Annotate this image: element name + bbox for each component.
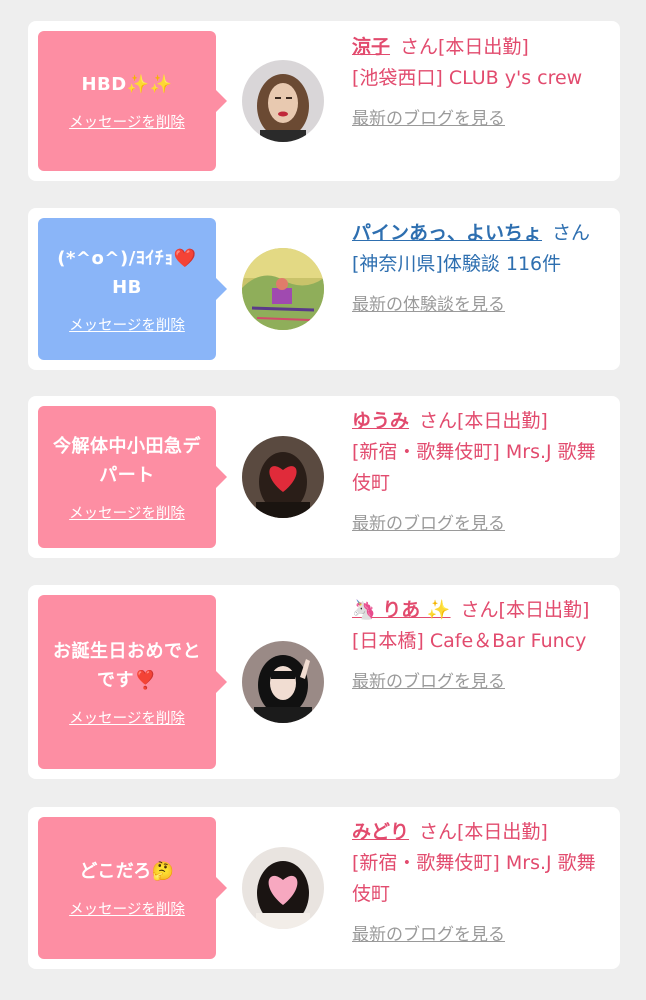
user-suffix: さん (552, 222, 591, 244)
user-info: 涼子 さん[本日出勤] [池袋西口] CLUB y's crew 最新のブログを見… (352, 32, 604, 135)
message-text: お誕生日おめでとです❣️ (53, 640, 201, 691)
user-name-link[interactable]: 🦄 りあ ✨ (352, 599, 451, 621)
message-bubble: (*^o^)/ﾖｲﾁｮ❤️ HB メッセージを削除 (38, 218, 227, 360)
message-text: 今解体中小田急デパート (53, 435, 201, 486)
user-name-link[interactable]: パインあっ、よいちょ (352, 222, 542, 244)
message-card: どこだろ🤔 メッセージを削除 みどり さん[本日出勤] [新宿・歌舞伎町] Mrs… (28, 807, 620, 969)
user-name-link[interactable]: ゆうみ (352, 410, 409, 432)
message-card: 今解体中小田急デパート メッセージを削除 ゆうみ さん[本日出勤] [新宿・歌舞伎… (28, 396, 620, 558)
user-detail: [日本橋] Cafe＆Bar Funcy (352, 630, 587, 652)
latest-link[interactable]: 最新のブログを見る (352, 667, 505, 698)
user-suffix: さん[本日出勤] (400, 36, 529, 58)
avatar[interactable] (242, 248, 324, 330)
message-card: HBD✨✨ メッセージを削除 涼子 さん[本日出勤] [池袋西口] CLUB y'… (28, 21, 620, 181)
message-bubble: お誕生日おめでとです❣️ メッセージを削除 (38, 595, 227, 769)
message-text: HBD✨✨ (81, 74, 173, 95)
delete-message-link[interactable]: メッセージを削除 (69, 314, 185, 335)
avatar[interactable] (242, 847, 324, 929)
message-card: お誕生日おめでとです❣️ メッセージを削除 🦄 りあ ✨ さん[本日出勤] [日本… (28, 585, 620, 779)
user-detail: [新宿・歌舞伎町] Mrs.J 歌舞伎町 (352, 441, 596, 494)
user-name-link[interactable]: 涼子 (352, 36, 390, 58)
woman-heart-face-avatar-icon (242, 847, 324, 929)
avatar[interactable] (242, 436, 324, 518)
user-info: 🦄 りあ ✨ さん[本日出勤] [日本橋] Cafe＆Bar Funcy 最新のブ… (352, 595, 604, 698)
message-text: どこだろ🤔 (79, 861, 175, 882)
delete-message-link[interactable]: メッセージを削除 (69, 707, 185, 728)
user-suffix: さん[本日出勤] (460, 599, 590, 621)
avatar[interactable] (242, 641, 324, 723)
woman-photo-avatar-icon (242, 60, 324, 142)
user-detail: [新宿・歌舞伎町] Mrs.J 歌舞伎町 (352, 852, 596, 905)
message-bubble: 今解体中小田急デパート メッセージを削除 (38, 406, 227, 548)
user-suffix: さん[本日出勤] (419, 821, 548, 843)
user-detail: [池袋西口] CLUB y's crew (352, 67, 583, 89)
latest-link[interactable]: 最新のブログを見る (352, 509, 505, 540)
delete-message-link[interactable]: メッセージを削除 (69, 898, 185, 919)
latest-link[interactable]: 最新の体験談を見る (352, 290, 505, 321)
message-text: (*^o^)/ﾖｲﾁｮ❤️ HB (57, 247, 197, 298)
woman-heart-face-avatar-icon (242, 436, 324, 518)
user-info: ゆうみ さん[本日出勤] [新宿・歌舞伎町] Mrs.J 歌舞伎町 最新のブログを… (352, 406, 604, 540)
latest-link[interactable]: 最新のブログを見る (352, 920, 505, 951)
latest-link[interactable]: 最新のブログを見る (352, 104, 505, 135)
user-detail: [神奈川県]体験談 116件 (352, 253, 562, 275)
message-bubble: HBD✨✨ メッセージを削除 (38, 31, 227, 171)
user-suffix: さん[本日出勤] (419, 410, 548, 432)
woman-peace-avatar-icon (242, 641, 324, 723)
delete-message-link[interactable]: メッセージを削除 (69, 502, 185, 523)
message-card: (*^o^)/ﾖｲﾁｮ❤️ HB メッセージを削除 パインあっ、よいちょ さん [… (28, 208, 620, 370)
delete-message-link[interactable]: メッセージを削除 (69, 111, 185, 132)
user-name-link[interactable]: みどり (352, 821, 409, 843)
user-info: みどり さん[本日出勤] [新宿・歌舞伎町] Mrs.J 歌舞伎町 最新のブログを… (352, 817, 604, 951)
avatar[interactable] (242, 60, 324, 142)
drawing-avatar-icon (242, 248, 324, 330)
user-info: パインあっ、よいちょ さん [神奈川県]体験談 116件 最新の体験談を見る (352, 218, 604, 321)
message-bubble: どこだろ🤔 メッセージを削除 (38, 817, 227, 959)
